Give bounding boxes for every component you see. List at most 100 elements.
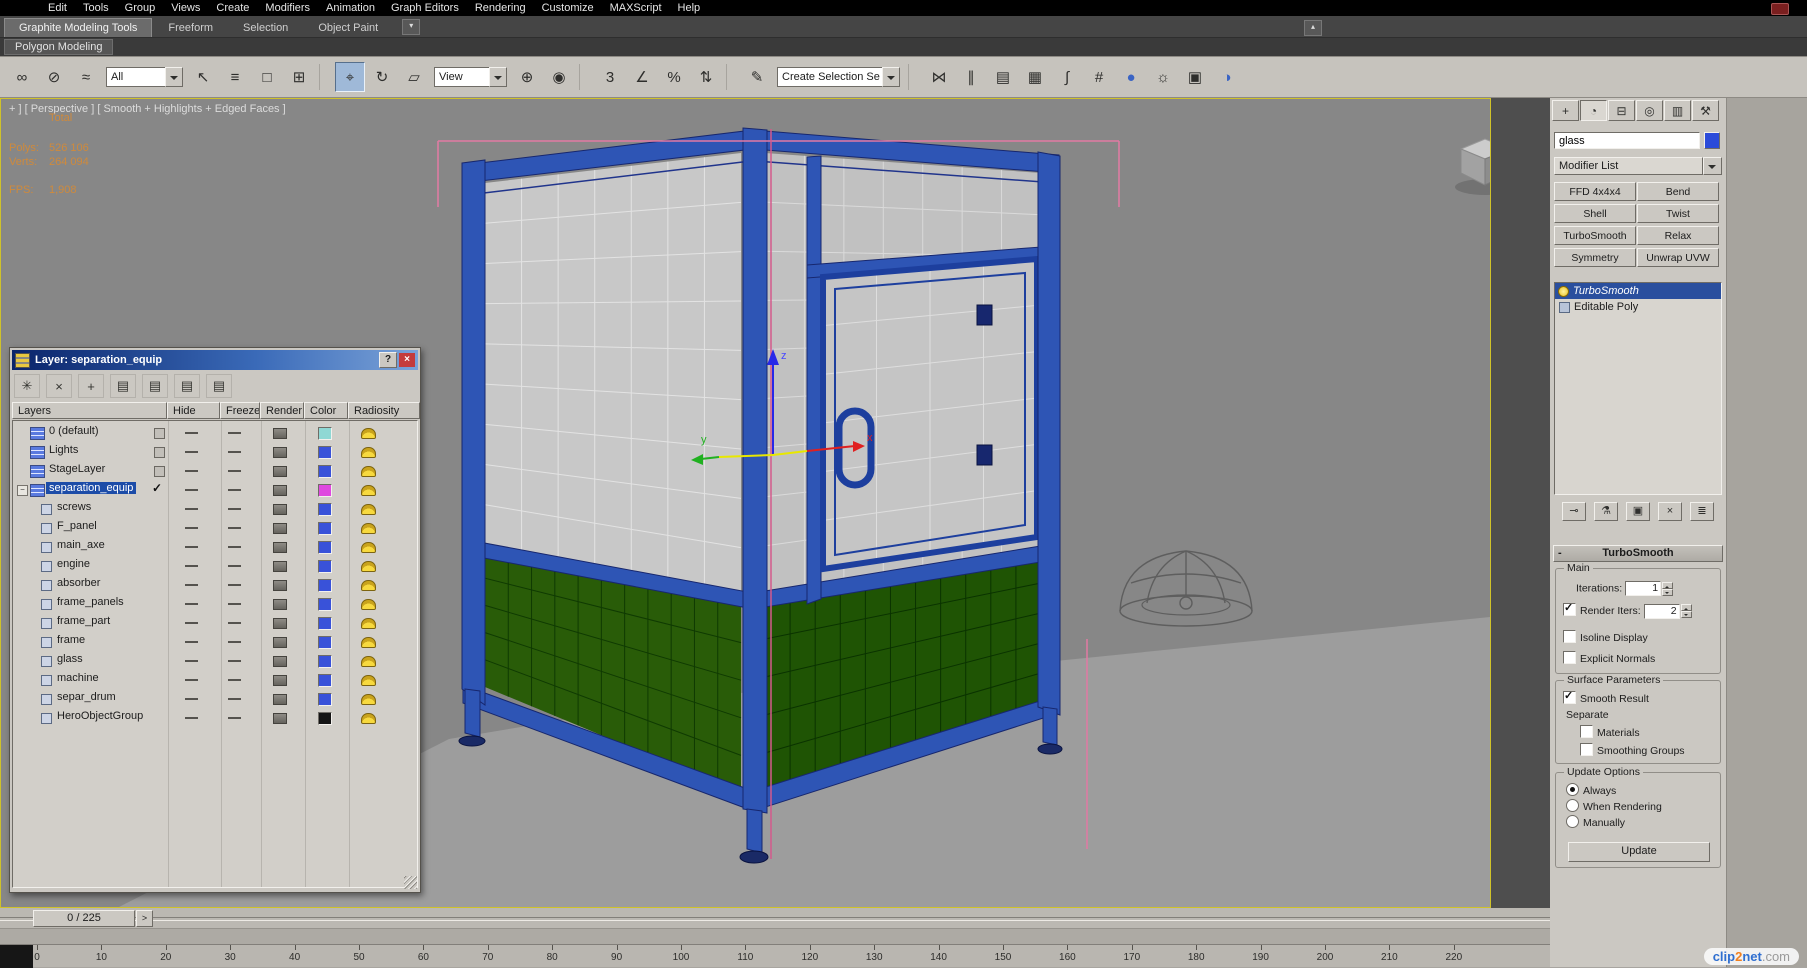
percent-snap-icon[interactable]: % [659, 62, 689, 92]
object-name-field[interactable] [1554, 132, 1700, 149]
freeze-toggle[interactable] [228, 527, 241, 529]
render-toggle-icon[interactable] [273, 485, 287, 496]
freeze-toggle[interactable] [228, 603, 241, 605]
radiosity-icon[interactable] [361, 713, 376, 724]
menu-modifiers[interactable]: Modifiers [257, 0, 318, 16]
freeze-toggle[interactable] [228, 717, 241, 719]
render-production-icon[interactable]: ◑ [1212, 62, 1242, 92]
layer-manager-icon[interactable]: ▤ [988, 62, 1018, 92]
hide-toggle[interactable] [185, 546, 198, 548]
radiosity-icon[interactable] [361, 580, 376, 591]
render-toggle-icon[interactable] [273, 447, 287, 458]
render-toggle-icon[interactable] [273, 542, 287, 553]
pin-stack-icon[interactable]: ⊸ [1562, 502, 1586, 521]
always-radio[interactable] [1566, 783, 1579, 796]
radiosity-icon[interactable] [361, 447, 376, 458]
radiosity-icon[interactable] [361, 675, 376, 686]
object-name[interactable]: screws [54, 501, 94, 513]
menu-tools[interactable]: Tools [75, 0, 117, 16]
mirror-icon[interactable]: ⋈ [924, 62, 954, 92]
polygon-modeling-tab[interactable]: Polygon Modeling [4, 39, 114, 55]
menu-animation[interactable]: Animation [318, 0, 383, 16]
layer-name[interactable]: Lights [46, 444, 81, 456]
render-toggle-icon[interactable] [273, 656, 287, 667]
layer-color-swatch[interactable] [318, 427, 332, 440]
hide-toggle[interactable] [185, 679, 198, 681]
make-unique-icon[interactable]: ▣ [1626, 502, 1650, 521]
freeze-toggle[interactable] [228, 451, 241, 453]
edit-named-selection-sets-icon[interactable]: ✎ [742, 62, 772, 92]
render-toggle-icon[interactable] [273, 580, 287, 591]
object-color-swatch[interactable] [1704, 132, 1720, 149]
layer-color-swatch[interactable] [318, 674, 332, 687]
radiosity-icon[interactable] [361, 599, 376, 610]
align-icon[interactable]: ∥ [956, 62, 986, 92]
utilities-tab[interactable]: ⚒ [1692, 100, 1719, 121]
freeze-toggle[interactable] [228, 565, 241, 567]
current-layer-box[interactable] [154, 466, 165, 477]
stack-item-turbosmooth[interactable]: TurboSmooth [1555, 283, 1721, 299]
hide-toggle[interactable] [185, 603, 198, 605]
hide-toggle[interactable] [185, 584, 198, 586]
layer-color-swatch[interactable] [318, 579, 332, 592]
graphite-ribbon-toggle-icon[interactable]: ▦ [1020, 62, 1050, 92]
freeze-toggle[interactable] [228, 470, 241, 472]
iterations-value[interactable]: 1 [1625, 581, 1662, 596]
freeze-toggle[interactable] [228, 546, 241, 548]
next-frame-button[interactable]: > [136, 910, 153, 927]
hide-toggle[interactable] [185, 660, 198, 662]
render-toggle-icon[interactable] [273, 713, 287, 724]
radiosity-icon[interactable] [361, 523, 376, 534]
freeze-toggle[interactable] [228, 489, 241, 491]
object-name[interactable]: separ_drum [54, 691, 119, 703]
select-objects-in-layer-icon[interactable]: ▤ [110, 374, 136, 398]
object-name[interactable]: glass [54, 653, 86, 665]
current-layer-box[interactable] [154, 447, 165, 458]
ribbon-minimize-icon[interactable]: ▴ [1304, 20, 1322, 36]
object-name[interactable]: frame_part [54, 615, 113, 627]
material-editor-icon[interactable]: ● [1116, 62, 1146, 92]
radiosity-icon[interactable] [361, 656, 376, 667]
layer-color-swatch[interactable] [318, 598, 332, 611]
use-pivot-point-icon[interactable]: ⊕ [512, 62, 542, 92]
turbosmooth-button[interactable]: TurboSmooth [1554, 226, 1636, 245]
set-current-layer-icon[interactable]: ▤ [142, 374, 168, 398]
stack-item-editable-poly[interactable]: Editable Poly [1555, 299, 1721, 315]
layer-color-swatch[interactable] [318, 693, 332, 706]
schematic-view-icon[interactable]: # [1084, 62, 1114, 92]
ribbon-tab-freeform[interactable]: Freeform [154, 19, 227, 37]
column-header-color[interactable]: Color [304, 402, 348, 419]
menu-edit[interactable]: Edit [40, 0, 75, 16]
hide-toggle[interactable] [185, 451, 198, 453]
select-and-rotate-icon[interactable]: ↻ [367, 62, 397, 92]
select-and-scale-icon[interactable]: ▱ [399, 62, 429, 92]
time-slider-handle[interactable]: 0 / 225 [33, 910, 135, 927]
render-iters-value[interactable]: 2 [1643, 603, 1680, 619]
timeline-ruler[interactable]: 0 10 20 30 40 50 60 70 80 90 100 110 120 130 140 150 160… [0, 944, 1550, 968]
layer-color-swatch[interactable] [318, 503, 332, 516]
add-selected-to-layer-icon[interactable]: + [78, 374, 104, 398]
selection-filter-dropdown[interactable]: All [106, 67, 183, 87]
layer-color-swatch[interactable] [318, 655, 332, 668]
smooth-result-checkbox[interactable] [1563, 689, 1576, 704]
bind-to-space-warp-icon[interactable]: ≈ [71, 62, 101, 92]
shell-button[interactable]: Shell [1554, 204, 1636, 223]
radiosity-icon[interactable] [361, 618, 376, 629]
select-object-icon[interactable]: ↖ [188, 62, 218, 92]
when-rendering-radio[interactable] [1566, 799, 1579, 812]
layer-color-swatch[interactable] [318, 636, 332, 649]
rendered-frame-window-icon[interactable]: ▣ [1180, 62, 1210, 92]
remove-modifier-icon[interactable]: × [1658, 502, 1682, 521]
menu-group[interactable]: Group [117, 0, 164, 16]
menu-maxscript[interactable]: MAXScript [602, 0, 670, 16]
update-button[interactable]: Update [1568, 842, 1710, 862]
ribbon-tab-graphite-modeling-tools[interactable]: Graphite Modeling Tools [4, 18, 153, 37]
column-header-hide[interactable]: Hide [167, 402, 220, 419]
menu-customize[interactable]: Customize [534, 0, 602, 16]
dialog-title-bar[interactable]: Layer: separation_equip ? × [12, 350, 418, 370]
select-and-move-icon[interactable]: ⌖ [335, 62, 365, 92]
collapse-icon[interactable]: − [17, 485, 28, 496]
object-name[interactable]: engine [54, 558, 93, 570]
layer-name[interactable]: StageLayer [46, 463, 108, 475]
hide-toggle[interactable] [185, 565, 198, 567]
